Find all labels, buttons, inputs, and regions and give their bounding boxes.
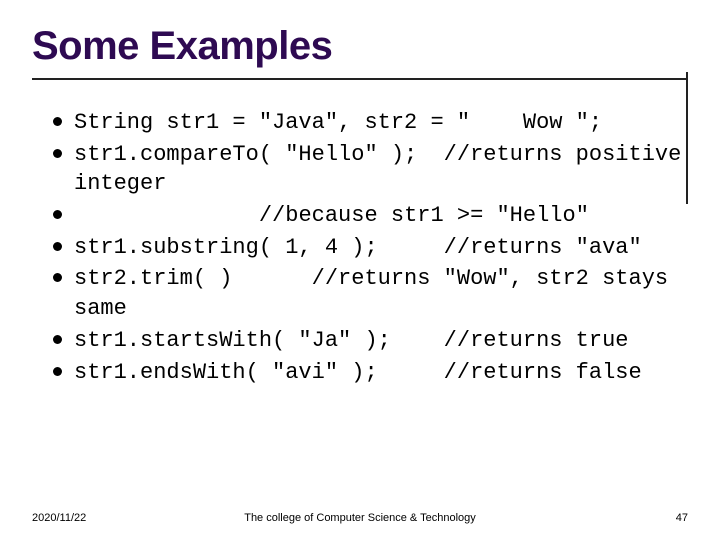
bullet-text: String str1 = "Java", str2 = " Wow ";: [74, 108, 690, 138]
list-item: str1.compareTo( "Hello" ); //returns pos…: [40, 140, 690, 199]
bullet-icon: [40, 264, 74, 282]
bullet-text: str2.trim( ) //returns "Wow", str2 stays…: [74, 264, 690, 323]
slide-title: Some Examples: [32, 24, 332, 69]
bullet-text: str1.endsWith( "avi" ); //returns false: [74, 358, 690, 388]
slide: Some Examples String str1 = "Java", str2…: [0, 0, 720, 540]
list-item: str1.endsWith( "avi" ); //returns false: [40, 358, 690, 388]
bullet-text: str1.startsWith( "Ja" ); //returns true: [74, 326, 690, 356]
slide-body: String str1 = "Java", str2 = " Wow "; st…: [40, 108, 690, 389]
bullet-icon: [40, 233, 74, 251]
bullet-text: str1.substring( 1, 4 ); //returns "ava": [74, 233, 690, 263]
bullet-icon: [40, 108, 74, 126]
title-underline: [32, 78, 688, 80]
bullet-text: str1.compareTo( "Hello" ); //returns pos…: [74, 140, 690, 199]
bullet-icon: [40, 140, 74, 158]
list-item: str1.startsWith( "Ja" ); //returns true: [40, 326, 690, 356]
list-item: String str1 = "Java", str2 = " Wow ";: [40, 108, 690, 138]
bullet-icon: [40, 326, 74, 344]
bullet-text: //because str1 >= "Hello": [74, 201, 690, 231]
bullet-icon: [40, 358, 74, 376]
list-item: //because str1 >= "Hello": [40, 201, 690, 231]
bullet-icon: [40, 201, 74, 219]
list-item: str1.substring( 1, 4 ); //returns "ava": [40, 233, 690, 263]
footer-page-number: 47: [676, 512, 688, 524]
footer-center: The college of Computer Science & Techno…: [0, 512, 720, 524]
list-item: str2.trim( ) //returns "Wow", str2 stays…: [40, 264, 690, 323]
slide-footer: 2020/11/22 The college of Computer Scien…: [0, 508, 720, 524]
